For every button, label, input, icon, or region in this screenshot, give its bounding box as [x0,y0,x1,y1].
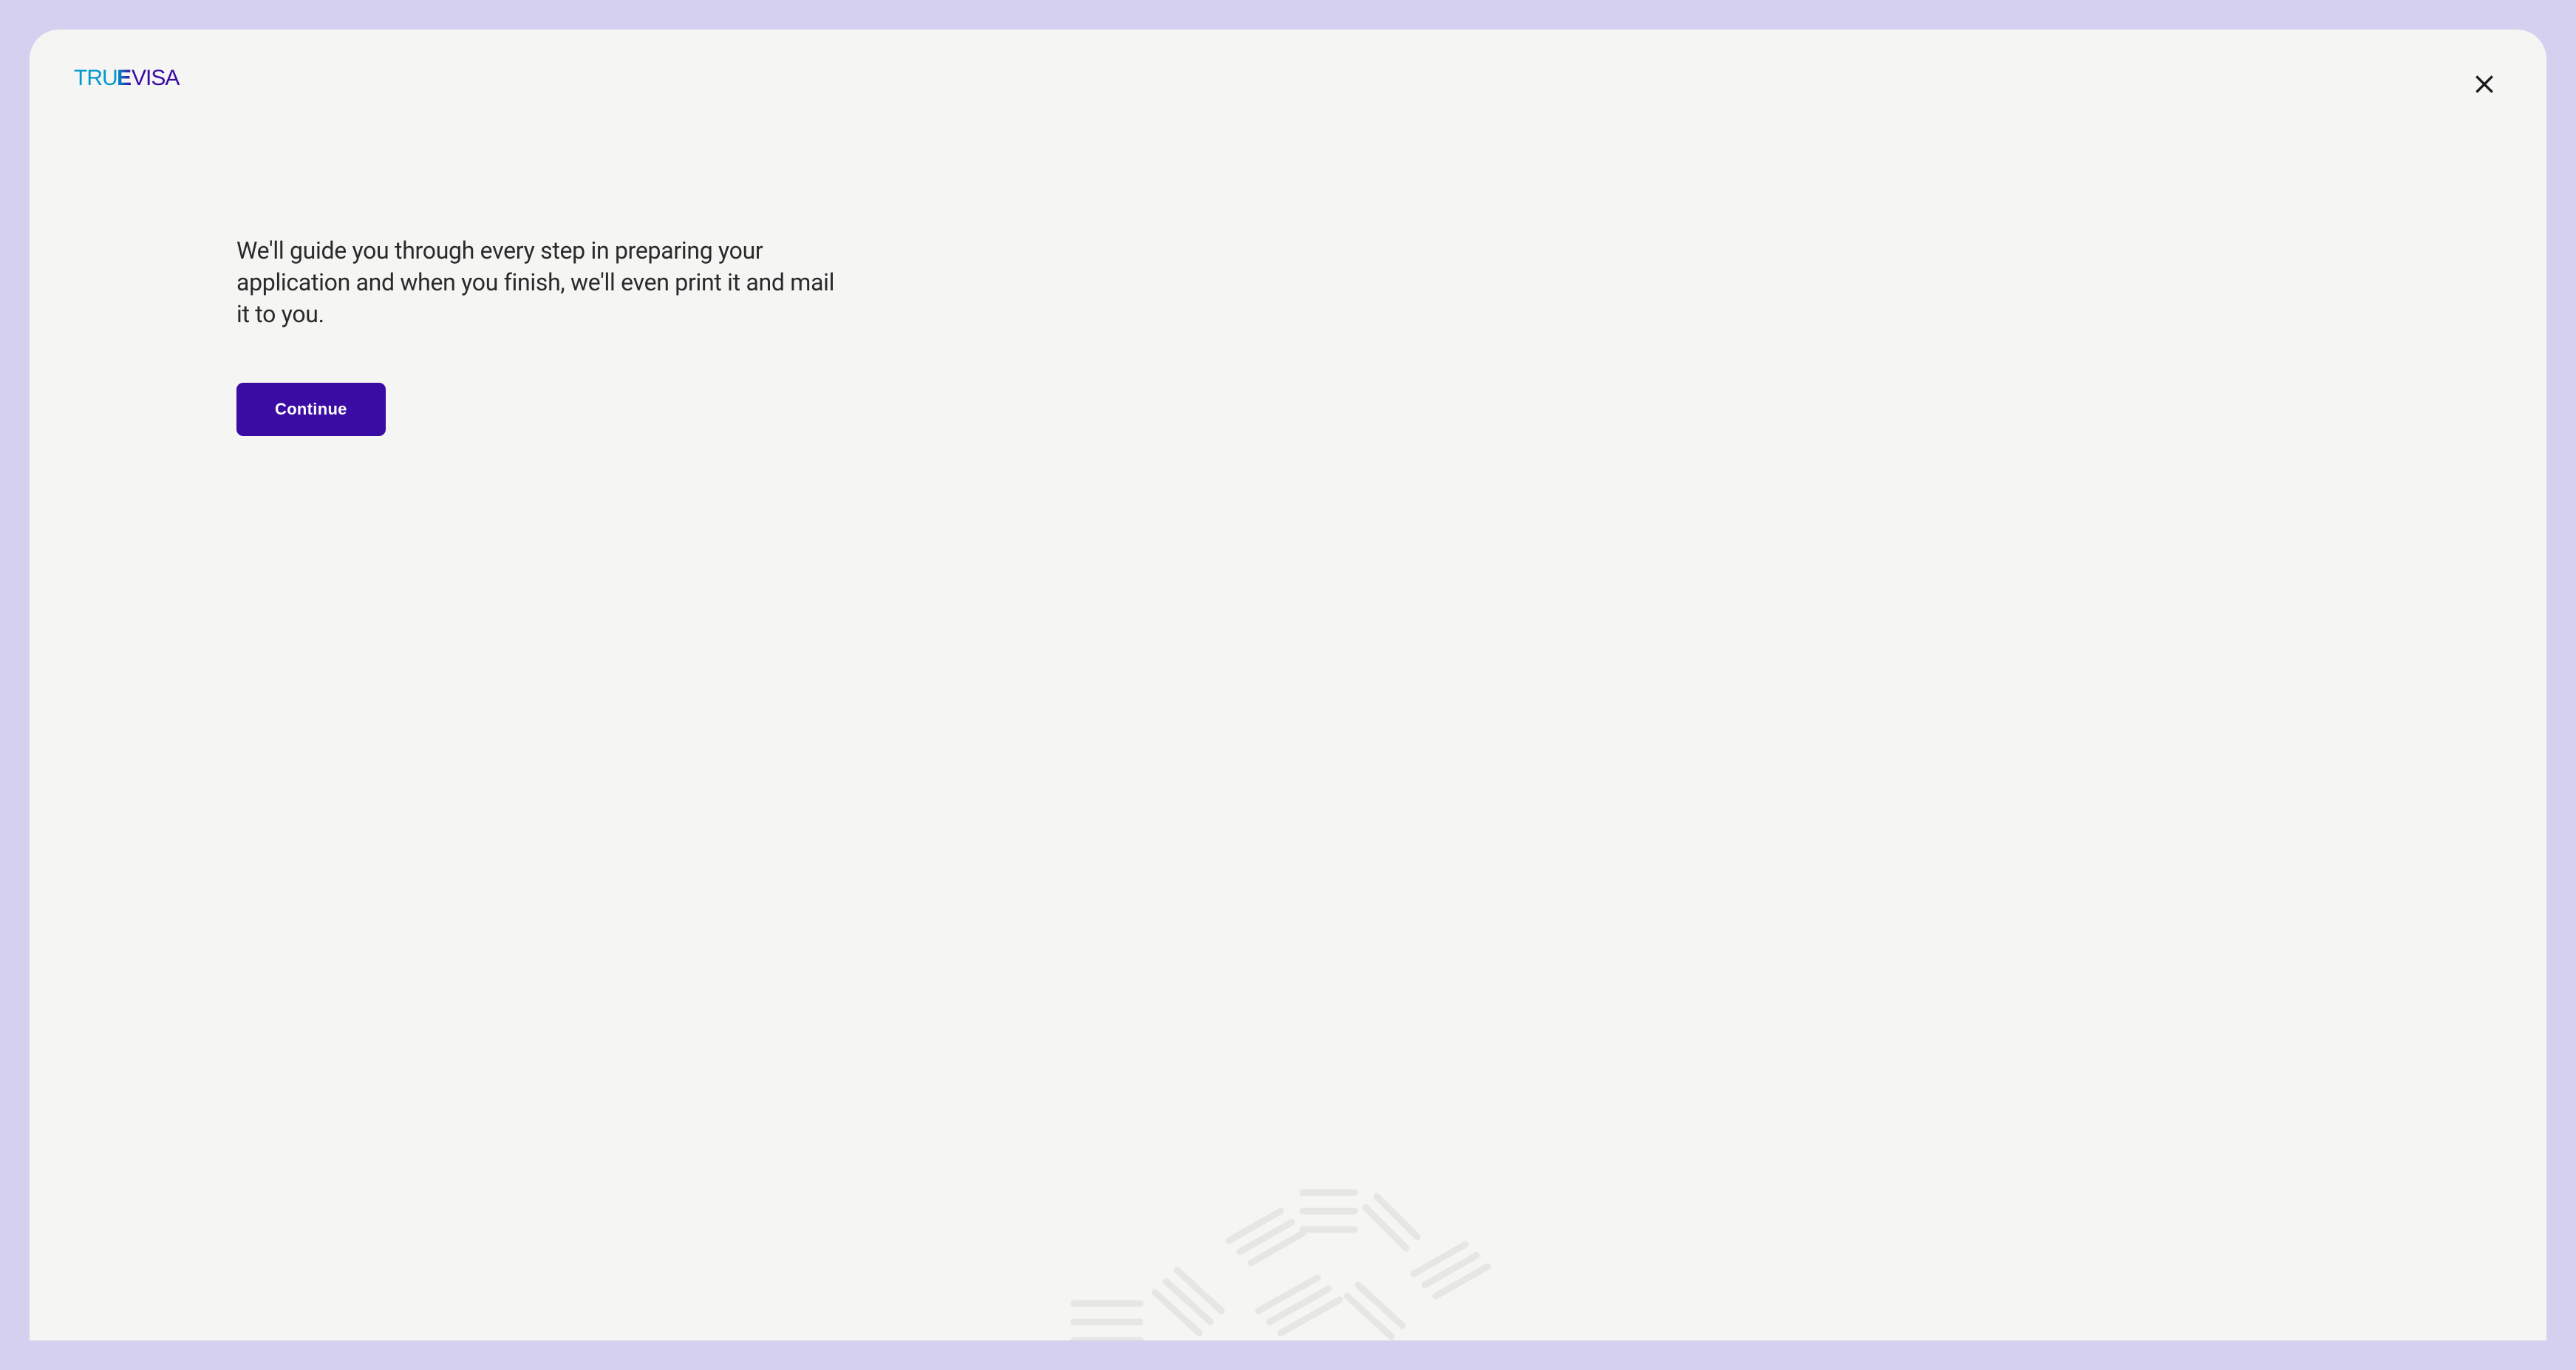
description-text: We'll guide you through every step in pr… [236,235,842,331]
background-pattern [1029,1119,1547,1340]
modal-header: TRU E VISA [30,30,2546,102]
truevisa-logo: TRU E VISA [74,67,214,90]
continue-button[interactable]: Continue [236,383,386,436]
close-icon [2473,72,2496,96]
close-button[interactable] [2467,67,2502,102]
modal-card: TRU E VISA We'll guide you through every… [30,30,2546,1340]
modal-content: We'll guide you through every step in pr… [30,102,842,436]
svg-text:TRU: TRU [74,67,117,90]
svg-text:E: E [117,67,131,90]
svg-text:VISA: VISA [132,67,180,90]
